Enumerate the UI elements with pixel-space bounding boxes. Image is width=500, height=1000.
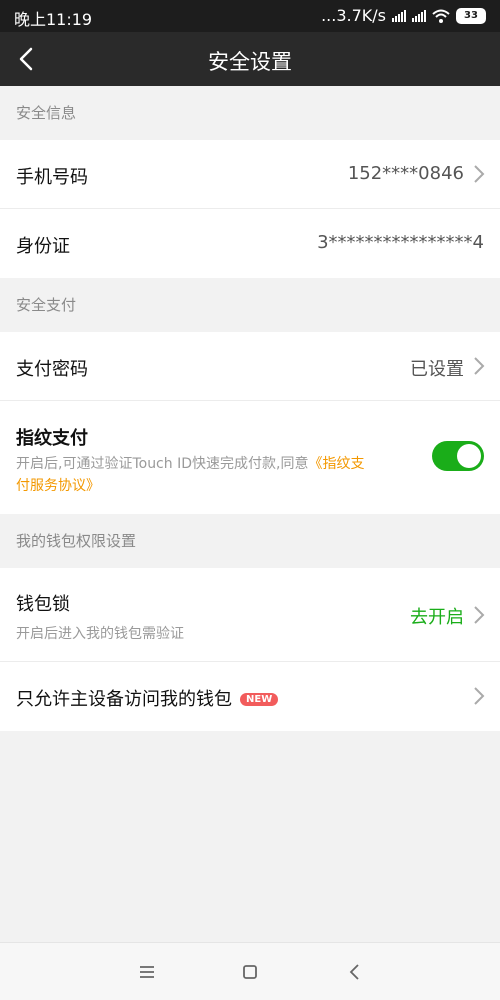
fingerprint-desc-text: 开启后,可通过验证Touch ID快速完成付款,同意	[16, 456, 309, 472]
phone-value: 152****0846	[347, 163, 464, 184]
chevron-right-icon	[474, 606, 485, 624]
signal-icon	[392, 9, 406, 22]
new-badge: NEW	[240, 693, 279, 706]
section-title-wallet-permissions: 我的钱包权限设置	[16, 532, 137, 550]
fingerprint-description: 开启后,可通过验证Touch ID快速完成付款,同意《指纹支付服务协议》	[16, 453, 371, 497]
signal-icon	[412, 9, 426, 22]
id-card-value: 3****************4	[317, 232, 484, 253]
wallet-lock-sub: 开启后进入我的钱包需验证	[16, 626, 184, 642]
wallet-lock-row[interactable]: 钱包锁 开启后进入我的钱包需验证 去开启	[0, 568, 500, 662]
system-nav-bar	[0, 942, 500, 1000]
wallet-lock-label: 钱包锁	[16, 594, 70, 615]
id-card-label: 身份证	[16, 236, 70, 257]
section-title-security-payment: 安全支付	[16, 296, 77, 314]
fingerprint-label: 指纹支付	[16, 428, 88, 449]
fingerprint-toggle[interactable]	[432, 441, 484, 471]
status-icons: ...3.7K/s 33	[321, 6, 486, 25]
toggle-knob	[457, 444, 481, 468]
id-card-row[interactable]: 身份证 3****************4	[0, 209, 500, 278]
fingerprint-row: 指纹支付 开启后,可通过验证Touch ID快速完成付款,同意《指纹支付服务协议…	[0, 401, 500, 514]
nav-bar: 安全设置	[0, 32, 500, 86]
primary-device-label-text: 只允许主设备访问我的钱包	[16, 689, 232, 710]
network-speed: ...3.7K/s	[321, 6, 386, 25]
chevron-right-icon	[474, 165, 485, 183]
pay-password-label: 支付密码	[16, 359, 88, 380]
home-icon[interactable]	[236, 959, 264, 985]
phone-label: 手机号码	[16, 167, 88, 188]
primary-device-row[interactable]: 只允许主设备访问我的钱包 NEW	[0, 662, 500, 731]
chevron-right-icon	[474, 687, 485, 705]
status-time: 晚上11:19	[14, 10, 93, 29]
menu-icon[interactable]	[133, 959, 161, 985]
section-title-security-info: 安全信息	[16, 104, 77, 122]
wallet-lock-action[interactable]: 去开启	[410, 603, 464, 629]
status-bar: 晚上11:19 ...3.7K/s 33	[0, 0, 500, 32]
wifi-icon	[432, 9, 450, 23]
pay-password-value: 已设置	[410, 359, 464, 380]
page-title: 安全设置	[208, 50, 292, 74]
pay-password-row[interactable]: 支付密码 已设置	[0, 332, 500, 401]
battery-icon: 33	[456, 7, 486, 24]
chevron-right-icon	[474, 357, 485, 375]
back-icon[interactable]	[341, 959, 369, 985]
primary-device-label: 只允许主设备访问我的钱包 NEW	[16, 685, 279, 711]
phone-row[interactable]: 手机号码 152****0846	[0, 140, 500, 209]
